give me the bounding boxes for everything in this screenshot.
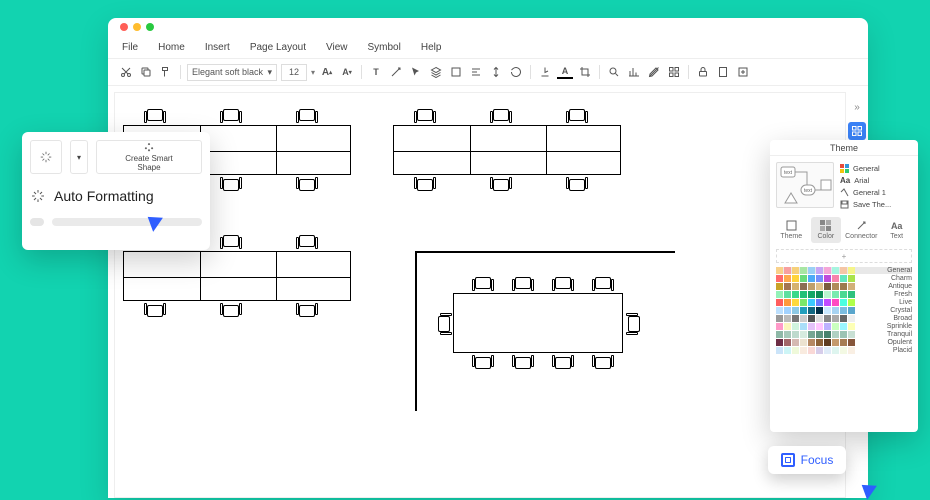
theme-opt-font[interactable]: AaArial xyxy=(840,176,912,185)
theme-panel-title: Theme xyxy=(770,140,918,156)
zoom-icon[interactable] xyxy=(606,64,622,80)
menu-view[interactable]: View xyxy=(326,42,348,53)
window-titlebar xyxy=(108,18,868,36)
minimize-dot[interactable] xyxy=(133,23,141,31)
workspace: » fx xyxy=(108,86,868,498)
swatch-row[interactable]: Broad xyxy=(776,315,912,322)
tab-theme[interactable]: Theme xyxy=(776,217,807,243)
copy-icon[interactable] xyxy=(138,64,154,80)
swatch-row[interactable]: Tranquil xyxy=(776,331,912,338)
more-icon[interactable] xyxy=(735,64,751,80)
menu-file[interactable]: File xyxy=(122,42,138,53)
menu-symbol[interactable]: Symbol xyxy=(368,42,401,53)
svg-text:text: text xyxy=(804,188,813,194)
fill-icon[interactable] xyxy=(537,64,553,80)
crop-icon[interactable] xyxy=(577,64,593,80)
focus-button[interactable]: Focus xyxy=(768,446,846,474)
text-tool-icon[interactable]: T xyxy=(368,64,384,80)
swatch-row[interactable]: Antique xyxy=(776,283,912,290)
rail-theme-icon[interactable] xyxy=(848,122,866,140)
menu-home[interactable]: Home xyxy=(158,42,185,53)
auto-formatting-popover: ▾ Create Smart Shape Auto Formatting xyxy=(22,132,210,250)
svg-text:text: text xyxy=(784,170,793,176)
tab-text[interactable]: AaText xyxy=(881,217,912,243)
spacing-icon[interactable] xyxy=(488,64,504,80)
pen-icon[interactable] xyxy=(646,64,662,80)
swatch-row[interactable]: Charm xyxy=(776,275,912,282)
pointer-icon[interactable] xyxy=(408,64,424,80)
theme-opt-general[interactable]: General xyxy=(840,164,912,173)
connector-icon[interactable] xyxy=(388,64,404,80)
theme-panel: Theme text text General AaArial General … xyxy=(770,140,918,432)
rail-expand-icon[interactable]: » xyxy=(848,98,866,116)
popover-title: Auto Formatting xyxy=(54,188,154,204)
menubar: File Home Insert Page Layout View Symbol… xyxy=(108,36,868,58)
swatch-row[interactable]: Sprinkle xyxy=(776,323,912,330)
shape-icon[interactable] xyxy=(448,64,464,80)
font-size[interactable]: 12 xyxy=(281,64,307,81)
create-smart-shape-button[interactable]: Create Smart Shape xyxy=(96,140,202,174)
popover-slider[interactable] xyxy=(30,218,202,226)
swatch-row[interactable]: General xyxy=(776,267,912,274)
focus-icon xyxy=(781,453,795,467)
add-theme-button[interactable]: + xyxy=(776,249,912,263)
swatch-row[interactable]: Placid xyxy=(776,347,912,354)
font-select[interactable]: Elegant soft black▾ xyxy=(187,64,277,81)
swatch-row[interactable]: Fresh xyxy=(776,291,912,298)
rotate-icon[interactable] xyxy=(508,64,524,80)
canvas[interactable] xyxy=(114,92,846,498)
close-dot[interactable] xyxy=(120,23,128,31)
maximize-dot[interactable] xyxy=(146,23,154,31)
chart-icon[interactable] xyxy=(626,64,642,80)
theme-opt-general1[interactable]: General 1 xyxy=(840,188,912,197)
lock-icon[interactable] xyxy=(695,64,711,80)
menu-page-layout[interactable]: Page Layout xyxy=(250,42,306,53)
swatch-row[interactable]: Opulent xyxy=(776,339,912,346)
font-increase-icon[interactable]: A▴ xyxy=(319,64,335,80)
tab-connector[interactable]: Connector xyxy=(845,217,877,243)
cut-icon[interactable] xyxy=(118,64,134,80)
menu-help[interactable]: Help xyxy=(421,42,442,53)
sparkle-icon xyxy=(30,188,46,204)
menu-insert[interactable]: Insert xyxy=(205,42,230,53)
spark-button[interactable] xyxy=(30,140,62,174)
swatch-list: GeneralCharmAntiqueFreshLiveCrystalBroad… xyxy=(770,267,918,432)
swatch-row[interactable]: Live xyxy=(776,299,912,306)
theme-opt-save[interactable]: Save The... xyxy=(840,200,912,209)
theme-tabs: Theme Color Connector AaText xyxy=(770,215,918,245)
font-decrease-icon[interactable]: A▾ xyxy=(339,64,355,80)
toolbar: Elegant soft black▾ 12 ▾ A▴ A▾ T A xyxy=(108,58,868,86)
align-icon[interactable] xyxy=(468,64,484,80)
tab-color[interactable]: Color xyxy=(811,217,842,243)
spark-dropdown[interactable]: ▾ xyxy=(70,140,88,174)
swatch-row[interactable]: Crystal xyxy=(776,307,912,314)
page-icon[interactable] xyxy=(715,64,731,80)
theme-preview: text text xyxy=(776,162,834,208)
app-window: File Home Insert Page Layout View Symbol… xyxy=(108,18,868,498)
text-color-icon[interactable]: A xyxy=(557,65,573,79)
grid-icon[interactable] xyxy=(666,64,682,80)
format-painter-icon[interactable] xyxy=(158,64,174,80)
layers-icon[interactable] xyxy=(428,64,444,80)
